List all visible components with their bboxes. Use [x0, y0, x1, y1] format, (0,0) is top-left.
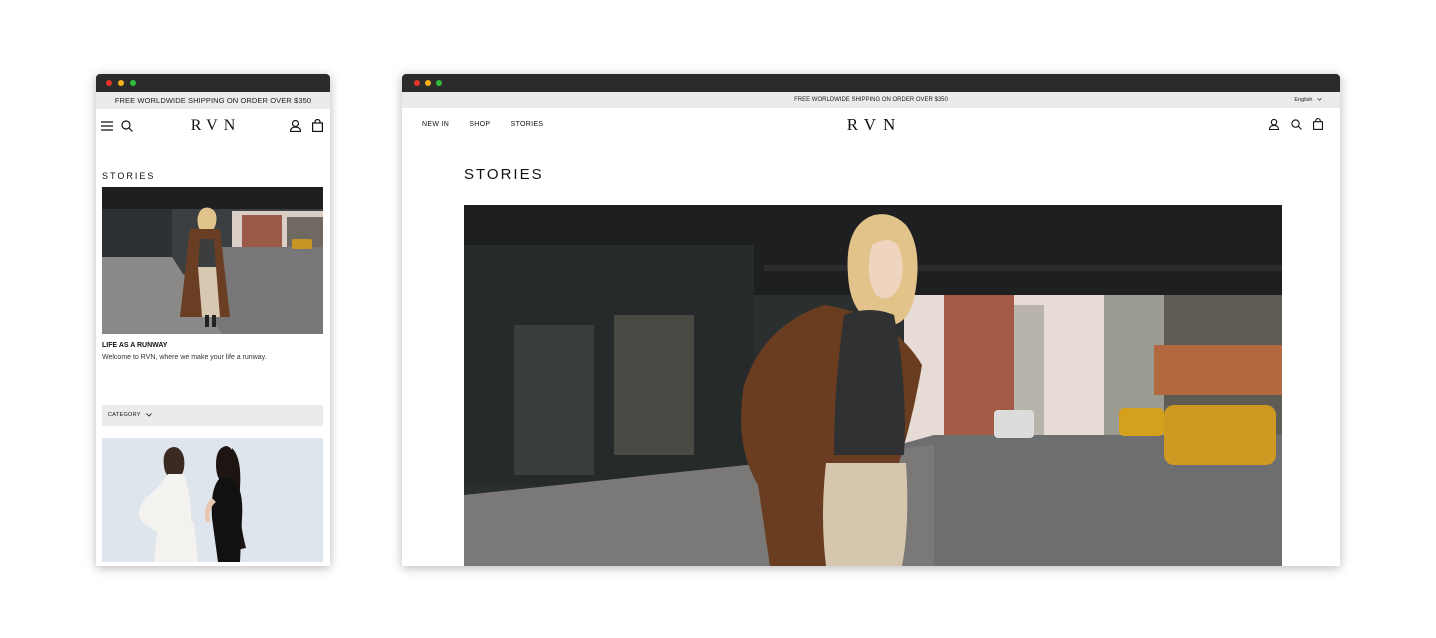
close-window-button[interactable] — [106, 80, 112, 86]
shipping-banner: FREE WORLDWIDE SHIPPING ON ORDER OVER $3… — [96, 92, 330, 109]
story-title[interactable]: LIFE AS A RUNWAY — [102, 342, 167, 349]
user-icon[interactable] — [290, 120, 301, 132]
minimize-window-button[interactable] — [118, 80, 124, 86]
site-header: RVN — [96, 109, 330, 143]
desktop-browser-window: FREE WORLDWIDE SHIPPING ON ORDER OVER $3… — [402, 74, 1340, 566]
category-filter[interactable]: CATEGORY — [102, 405, 323, 426]
mobile-browser-window: FREE WORLDWIDE SHIPPING ON ORDER OVER $3… — [96, 74, 330, 566]
language-label: English — [1294, 97, 1313, 103]
close-window-button[interactable] — [414, 80, 420, 86]
story-hero-image[interactable] — [464, 205, 1282, 566]
shipping-banner-text: FREE WORLDWIDE SHIPPING ON ORDER OVER $3… — [114, 96, 312, 105]
chevron-down-icon — [145, 412, 152, 417]
language-selector[interactable]: English — [1294, 92, 1322, 108]
story-hero-image[interactable] — [102, 187, 323, 334]
story-description: Welcome to RVN, where we make your life … — [102, 354, 267, 361]
shopping-bag-icon[interactable] — [1313, 118, 1323, 130]
user-icon[interactable] — [1269, 119, 1279, 130]
shipping-banner: FREE WORLDWIDE SHIPPING ON ORDER OVER $3… — [402, 92, 1340, 108]
window-titlebar — [96, 74, 330, 92]
category-filter-label: CATEGORY — [108, 412, 141, 418]
site-header: NEW IN SHOP STORIES RVN — [402, 108, 1340, 142]
maximize-window-button[interactable] — [436, 80, 442, 86]
second-story-image[interactable] — [102, 438, 323, 562]
search-icon[interactable] — [1291, 119, 1302, 130]
page-title: STORIES — [464, 166, 544, 183]
chevron-down-icon — [1317, 98, 1322, 101]
minimize-window-button[interactable] — [425, 80, 431, 86]
brand-logo[interactable]: RVN — [402, 115, 1340, 135]
window-titlebar — [402, 74, 1340, 92]
shipping-banner-text: FREE WORLDWIDE SHIPPING ON ORDER OVER $3… — [794, 97, 948, 103]
shopping-bag-icon[interactable] — [312, 119, 323, 132]
maximize-window-button[interactable] — [130, 80, 136, 86]
page-title: STORIES — [102, 171, 156, 181]
